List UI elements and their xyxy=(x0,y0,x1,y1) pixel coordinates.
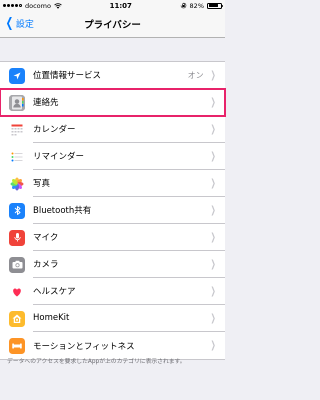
photos-icon xyxy=(9,175,25,192)
back-button-label: 設定 xyxy=(15,20,34,30)
contacts-icon xyxy=(9,94,25,111)
status-right: 82% xyxy=(180,1,224,10)
calendar-icon xyxy=(9,121,25,138)
row-label: 連絡先 xyxy=(33,98,59,108)
row-label: 位置情報サービス xyxy=(33,71,102,81)
row-content: HomeKit ❯ xyxy=(33,305,225,332)
row-label: HomeKit xyxy=(33,313,70,323)
navigation-bar: ❮ 設定 プライバシー xyxy=(0,11,225,38)
row-content: 位置情報サービス オン ❯ xyxy=(33,62,225,89)
row-label: カレンダー xyxy=(33,125,76,135)
chevron-right-icon: ❯ xyxy=(210,96,216,108)
health-heart-icon xyxy=(9,283,25,300)
row-label: Bluetooth共有 xyxy=(33,206,92,216)
page-title: プライバシー xyxy=(84,20,141,31)
row-label: カメラ xyxy=(33,260,59,270)
chevron-right-icon: ❯ xyxy=(210,340,216,351)
rotation-lock-icon xyxy=(180,2,186,9)
chevron-right-icon: ❯ xyxy=(210,150,216,162)
camera-icon xyxy=(9,256,25,273)
chevron-right-icon: ❯ xyxy=(210,204,216,216)
row-content: 写真 ❯ xyxy=(33,170,225,197)
bluetooth-icon xyxy=(9,202,25,219)
row-motion[interactable]: モーションとフィットネス ❯ xyxy=(0,332,225,359)
battery-level xyxy=(208,4,219,7)
row-content: ヘルスケア ❯ xyxy=(33,278,225,305)
footer-note: データへのアクセスを要求したAppが上のカテゴリに表示されます。 xyxy=(7,359,186,365)
row-content: カメラ ❯ xyxy=(33,251,225,278)
signal-strength-icon xyxy=(3,4,22,7)
carrier-label: docomo xyxy=(25,1,51,10)
row-calendar[interactable]: カレンダー ❯ xyxy=(0,116,225,143)
chevron-right-icon: ❯ xyxy=(210,177,216,189)
row-microphone[interactable]: マイク ❯ xyxy=(0,224,225,251)
chevron-left-icon: ❮ xyxy=(5,16,14,31)
row-content: Bluetooth共有 ❯ xyxy=(33,197,225,224)
chevron-right-icon: ❯ xyxy=(210,258,216,270)
status-bar: docomo 11:07 82% xyxy=(0,0,225,11)
row-content: リマインダー ❯ xyxy=(33,143,225,170)
battery-icon xyxy=(207,2,224,9)
wifi-icon xyxy=(54,2,62,9)
row-content: カレンダー ❯ xyxy=(33,116,225,143)
privacy-settings-list: 位置情報サービス オン ❯ 連絡先 ❯ カレンダー ❯ リマインダー ❯ 写真 ❯ Bluetooth… xyxy=(0,61,226,360)
reminders-icon xyxy=(9,148,25,165)
chevron-right-icon: ❯ xyxy=(210,312,216,324)
row-label: リマインダー xyxy=(33,152,85,162)
motion-fitness-icon xyxy=(9,337,25,354)
row-label: モーションとフィットネス xyxy=(33,341,135,352)
row-location[interactable]: 位置情報サービス オン ❯ xyxy=(0,62,225,89)
row-label: マイク xyxy=(33,233,59,243)
chevron-right-icon: ❯ xyxy=(210,231,216,243)
row-bluetooth[interactable]: Bluetooth共有 ❯ xyxy=(0,197,225,224)
row-label: ヘルスケア xyxy=(33,287,76,297)
chevron-right-icon: ❯ xyxy=(210,69,216,81)
row-content: マイク ❯ xyxy=(33,224,225,251)
row-content: 連絡先 ❯ xyxy=(33,89,225,116)
row-health[interactable]: ヘルスケア ❯ xyxy=(0,278,225,305)
status-left: docomo xyxy=(3,2,62,10)
location-arrow-icon xyxy=(9,67,25,84)
microphone-icon xyxy=(9,229,25,246)
chevron-right-icon: ❯ xyxy=(210,285,216,297)
row-value: オン xyxy=(187,70,204,80)
row-contacts[interactable]: 連絡先 ❯ xyxy=(0,88,226,117)
homekit-house-icon xyxy=(9,310,25,327)
row-content: モーションとフィットネス ❯ xyxy=(33,332,225,359)
back-button[interactable]: ❮ 設定 xyxy=(4,17,34,30)
row-reminders[interactable]: リマインダー ❯ xyxy=(0,143,225,170)
row-photos[interactable]: 写真 ❯ xyxy=(0,170,225,197)
battery-percent: 82% xyxy=(189,1,204,10)
row-camera[interactable]: カメラ ❯ xyxy=(0,251,225,278)
row-homekit[interactable]: HomeKit ❯ xyxy=(0,305,225,332)
row-label: 写真 xyxy=(33,179,51,189)
chevron-right-icon: ❯ xyxy=(210,123,216,135)
status-time: 11:07 xyxy=(109,1,132,10)
